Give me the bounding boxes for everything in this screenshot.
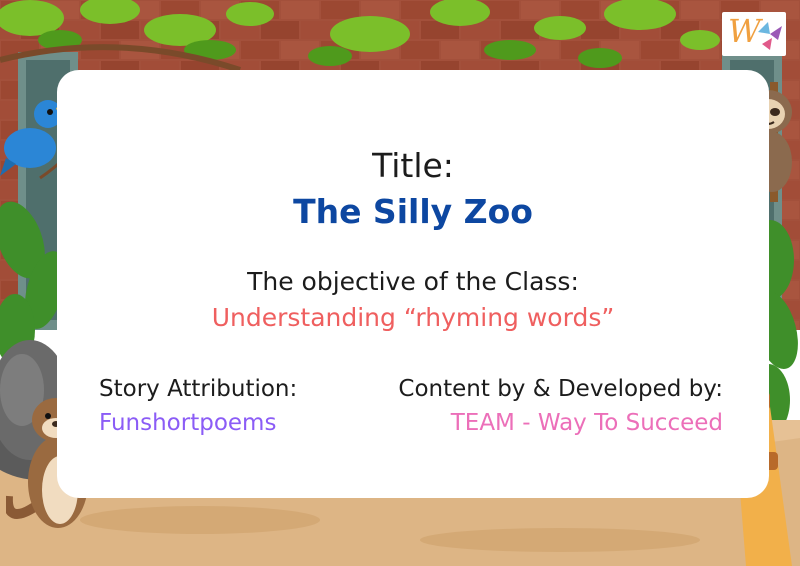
developer-text: TEAM - Way To Succeed bbox=[450, 410, 723, 436]
logo-triangles-icon bbox=[758, 22, 782, 50]
brand-logo: W bbox=[722, 12, 786, 56]
info-card: Title: The Silly Zoo The objective of th… bbox=[57, 70, 769, 498]
title-label: Title: bbox=[372, 146, 454, 185]
attribution-text: Funshortpoems bbox=[99, 410, 277, 436]
objective-text: Understanding “rhyming words” bbox=[211, 303, 615, 332]
attribution-label: Story Attribution: bbox=[99, 376, 298, 402]
developer-label: Content by & Developed by: bbox=[398, 376, 723, 402]
logo-letter: W bbox=[728, 12, 761, 50]
objective-label: The objective of the Class: bbox=[247, 267, 579, 296]
page-title: The Silly Zoo bbox=[293, 192, 533, 231]
